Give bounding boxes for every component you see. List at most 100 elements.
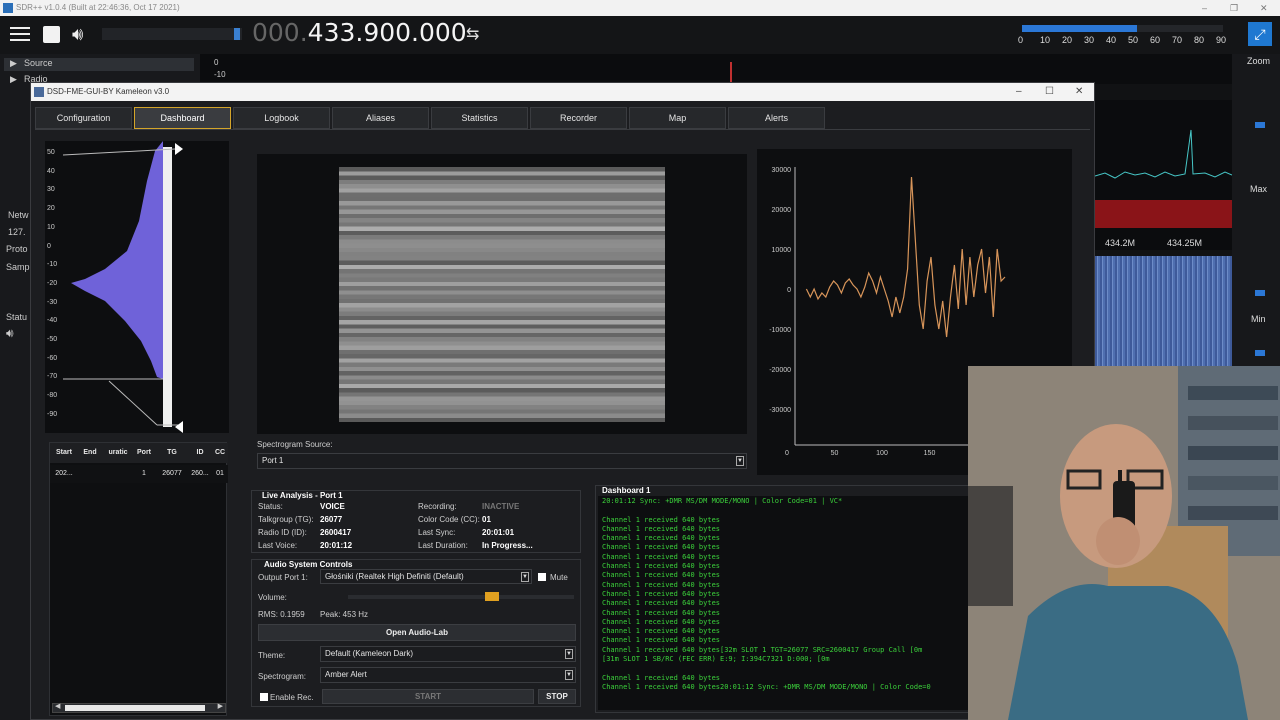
column-header[interactable]: uratic xyxy=(105,449,131,456)
meter-tick-label: 50 xyxy=(1128,35,1139,45)
color-code-label: Color Code (CC): xyxy=(418,515,480,524)
tab-logbook[interactable]: Logbook xyxy=(233,107,330,129)
column-header[interactable]: Port xyxy=(131,449,157,456)
volume-slider-handle[interactable] xyxy=(234,28,240,40)
menu-icon[interactable] xyxy=(10,27,30,41)
chevron-down-icon: ▼ xyxy=(565,649,573,659)
sdr-title-text: SDR++ v1.0.4 (Built at 22:46:36, Oct 17 … xyxy=(16,3,180,12)
audio-controls-title: Audio System Controls xyxy=(264,560,353,569)
console-line: Channel 1 received 640 bytes[32m SLOT 1 … xyxy=(602,645,923,654)
spectrogram-source-label: Spectrogram Source: xyxy=(257,440,333,449)
console-line: Channel 1 received 640 bytes xyxy=(602,589,721,598)
dsd-app-icon xyxy=(34,87,44,97)
console-line: Channel 1 received 640 bytes20:01:12 Syn… xyxy=(602,682,931,691)
spectrogram-theme-select[interactable]: Amber Alert ▼ xyxy=(320,667,576,683)
console-line: Channel 1 received 640 bytes xyxy=(602,627,721,636)
tab-statistics[interactable]: Statistics xyxy=(431,107,528,129)
talkgroup-value: 26077 xyxy=(320,515,343,524)
console-line: [31m SLOT 1 SB/RC (FEC ERR) E:9; I:394C7… xyxy=(602,655,830,664)
tab-divider xyxy=(35,129,1090,130)
table-row[interactable]: 202... 1 26077 260... 01 xyxy=(50,465,228,483)
x-tick-label: 100 xyxy=(876,450,888,457)
meter-tick-label: 40 xyxy=(1106,35,1117,45)
speaker-icon[interactable]: 🔊︎ xyxy=(72,24,83,45)
sidebar-item-status: Statu xyxy=(6,312,28,322)
sdr-app-icon xyxy=(3,3,13,13)
last-sync-label: Last Sync: xyxy=(418,528,456,537)
volume-slider-handle[interactable] xyxy=(484,592,499,601)
meter-tick-label: 90 xyxy=(1216,35,1227,45)
spectrogram-theme-label: Spectrogram: xyxy=(258,672,307,681)
table-header: Start End uratic Port TG ID CC xyxy=(50,443,228,463)
tab-map[interactable]: Map xyxy=(629,107,726,129)
column-header[interactable]: TG xyxy=(159,449,185,456)
meter-tick-label: 20 xyxy=(1062,35,1073,45)
y-tick-label: -10000 xyxy=(769,327,791,334)
console-line: Channel 1 received 640 bytes xyxy=(602,515,721,524)
fft-tick-label: 0 xyxy=(214,58,219,67)
min-label: Min xyxy=(1251,314,1266,324)
dsd-window: DSD-FME-GUI-BY Kameleon v3.0 – ☐ ✕ Confi… xyxy=(30,82,1095,720)
console-line: Channel 1 received 640 bytes xyxy=(602,580,721,589)
tab-alerts[interactable]: Alerts xyxy=(728,107,825,129)
tab-recorder[interactable]: Recorder xyxy=(530,107,627,129)
minimize-icon[interactable]: – xyxy=(1016,83,1022,101)
waterfall-view xyxy=(1095,256,1232,366)
volume-slider[interactable] xyxy=(102,28,242,40)
maximize-icon[interactable]: ☐ xyxy=(1045,83,1054,101)
y-tick-label: 30000 xyxy=(772,167,792,174)
tab-configuration[interactable]: Configuration xyxy=(35,107,132,129)
mute-checkbox[interactable] xyxy=(538,573,546,581)
open-audio-lab-button[interactable]: Open Audio-Lab xyxy=(258,624,576,641)
max-slider-handle[interactable] xyxy=(1255,290,1265,296)
spectrogram-source-select[interactable]: Port 1 ▼ xyxy=(257,453,747,469)
swap-icon[interactable]: ⇆ xyxy=(466,24,479,44)
theme-value: Default (Kameleon Dark) xyxy=(325,649,414,658)
webcam-overlay xyxy=(968,366,1280,720)
enable-rec-checkbox[interactable] xyxy=(260,693,268,701)
theme-select[interactable]: Default (Kameleon Dark) ▼ xyxy=(320,646,576,662)
close-icon[interactable]: ✕ xyxy=(1075,83,1083,101)
stop-button[interactable]: STOP xyxy=(538,689,576,704)
volume-label: Volume: xyxy=(258,593,287,602)
console-line: Channel 1 received 640 bytes xyxy=(602,562,721,571)
stop-icon[interactable] xyxy=(43,26,60,43)
minimize-icon[interactable]: – xyxy=(1202,0,1207,16)
console-line: Channel 1 received 640 bytes xyxy=(602,636,721,645)
sidebar-arrow-icon: ▶ xyxy=(10,74,17,84)
sdr-title-bar: SDR++ v1.0.4 (Built at 22:46:36, Oct 17 … xyxy=(0,0,1280,16)
meter-tick-label: 80 xyxy=(1194,35,1205,45)
snr-icon[interactable]: ⤢ xyxy=(1248,22,1272,46)
meter-tick-label: 70 xyxy=(1172,35,1183,45)
volume-slider[interactable] xyxy=(348,592,574,601)
tab-aliases[interactable]: Aliases xyxy=(332,107,429,129)
zoom-slider-handle[interactable] xyxy=(1255,122,1265,128)
sidebar-item-network[interactable]: Netw xyxy=(8,210,29,220)
maximize-icon[interactable]: ❐ xyxy=(1230,0,1238,16)
talkgroup-label: Talkgroup (TG): xyxy=(258,515,314,524)
last-voice-value: 20:01:12 xyxy=(320,541,353,550)
meter-tick-label: 30 xyxy=(1084,35,1095,45)
table-cell: 202... xyxy=(55,470,73,477)
sidebar-item-source[interactable]: Source xyxy=(24,58,53,68)
console-line: Channel 1 received 640 bytes xyxy=(602,599,721,608)
start-button[interactable]: START xyxy=(322,689,534,704)
output-port-select[interactable]: Głośniki (Realtek High Definiti (Default… xyxy=(320,569,532,584)
level-meter: 50 40 30 20 10 0 -10 -20 -30 -40 -50 -60 -70 -80 -90 xyxy=(45,141,229,433)
console-line: 20:01:12 Sync: +DMR MS/DM MODE/MONO | Co… xyxy=(602,497,843,505)
column-header[interactable]: CC xyxy=(207,449,233,456)
table-cell: 1 xyxy=(142,470,146,477)
min-slider-handle[interactable] xyxy=(1255,350,1265,356)
tab-dashboard[interactable]: Dashboard xyxy=(134,107,231,129)
close-icon[interactable]: ✕ xyxy=(1260,0,1268,16)
column-header[interactable]: Start xyxy=(51,449,77,456)
chevron-down-icon: ▼ xyxy=(736,456,744,466)
frequency-display[interactable]: 000.433.900.000 xyxy=(252,18,467,47)
fft-area[interactable]: 0 -10 xyxy=(200,54,1248,84)
chevron-down-icon: ▼ xyxy=(565,670,573,680)
meter-tick-label: 60 xyxy=(1150,35,1161,45)
table-scrollbar[interactable]: ◀ ▶ xyxy=(52,703,226,713)
sidebar-arrow-icon: ▶ xyxy=(10,58,17,68)
frequency-leading-zeros: 000. xyxy=(252,18,308,47)
column-header[interactable]: End xyxy=(77,449,103,456)
